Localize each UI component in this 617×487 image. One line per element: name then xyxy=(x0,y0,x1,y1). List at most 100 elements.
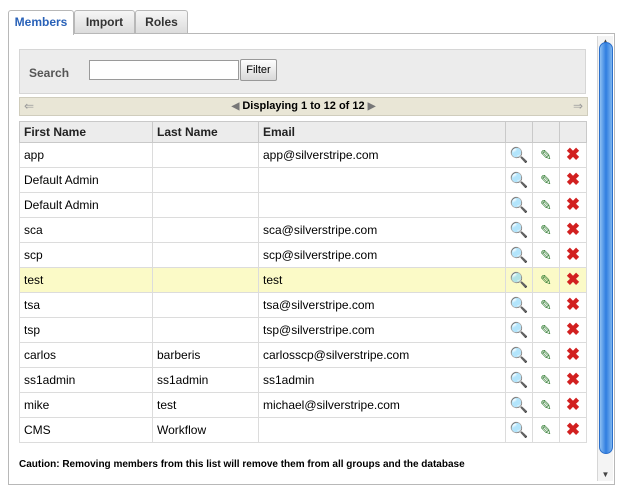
cell-email: tsp@silverstripe.com xyxy=(258,317,506,343)
next-page-icon[interactable]: ▶ xyxy=(368,101,376,112)
cell-email xyxy=(258,417,506,443)
edit-icon[interactable]: ✎ xyxy=(540,197,552,214)
column-header-first-name[interactable]: First Name xyxy=(19,121,153,143)
table-row[interactable]: carlos barberis carlosscp@silverstripe.com… xyxy=(19,342,587,368)
delete-icon[interactable]: ✖ xyxy=(566,345,580,365)
cell-first-name: tsp xyxy=(19,317,153,343)
delete-icon[interactable]: ✖ xyxy=(566,395,580,415)
magnifier-icon[interactable]: 🔍 xyxy=(510,421,529,439)
table-header-row: First Name Last Name Email xyxy=(19,121,587,143)
delete-icon[interactable]: ✖ xyxy=(566,370,580,390)
table-row[interactable]: test test 🔍 ✎ ✖ xyxy=(19,267,587,293)
cell-last-name: ss1admin xyxy=(152,367,259,393)
edit-icon[interactable]: ✎ xyxy=(540,147,552,164)
table-row[interactable]: Default Admin 🔍 ✎ ✖ xyxy=(19,192,587,218)
cell-last-name: test xyxy=(152,392,259,418)
delete-icon[interactable]: ✖ xyxy=(566,295,580,315)
edit-icon[interactable]: ✎ xyxy=(540,222,552,239)
tab-roles[interactable]: Roles xyxy=(135,10,188,33)
filter-button[interactable]: Filter xyxy=(240,59,277,81)
column-header-edit xyxy=(532,121,560,143)
delete-icon[interactable]: ✖ xyxy=(566,195,580,215)
delete-icon[interactable]: ✖ xyxy=(566,220,580,240)
cell-last-name xyxy=(152,192,259,218)
cell-last-name: barberis xyxy=(152,342,259,368)
delete-icon[interactable]: ✖ xyxy=(566,320,580,340)
edit-icon[interactable]: ✎ xyxy=(540,347,552,364)
delete-icon[interactable]: ✖ xyxy=(566,145,580,165)
caution-note: Caution: Removing members from this list… xyxy=(19,459,465,470)
cell-last-name xyxy=(152,142,259,168)
magnifier-icon[interactable]: 🔍 xyxy=(510,171,529,189)
cell-last-name xyxy=(152,167,259,193)
column-header-email[interactable]: Email xyxy=(258,121,506,143)
edit-icon[interactable]: ✎ xyxy=(540,372,552,389)
magnifier-icon[interactable]: 🔍 xyxy=(510,221,529,239)
delete-icon[interactable]: ✖ xyxy=(566,270,580,290)
cell-email: tsa@silverstripe.com xyxy=(258,292,506,318)
delete-icon[interactable]: ✖ xyxy=(566,170,580,190)
scroll-down-icon[interactable]: ▼ xyxy=(598,469,613,481)
cell-first-name: sca xyxy=(19,217,153,243)
table-row[interactable]: Default Admin 🔍 ✎ ✖ xyxy=(19,167,587,193)
cell-email: michael@silverstripe.com xyxy=(258,392,506,418)
magnifier-icon[interactable]: 🔍 xyxy=(510,321,529,339)
magnifier-icon[interactable]: 🔍 xyxy=(510,271,529,289)
table-row[interactable]: tsp tsp@silverstripe.com 🔍 ✎ ✖ xyxy=(19,317,587,343)
scrollbar-thumb[interactable] xyxy=(599,42,613,454)
search-label: Search xyxy=(29,66,70,80)
search-input[interactable] xyxy=(89,60,239,80)
members-panel: Search Filter ⇐ ◀ Displaying 1 to 12 of … xyxy=(8,33,615,485)
magnifier-icon[interactable]: 🔍 xyxy=(510,346,529,364)
table-row[interactable]: sca sca@silverstripe.com 🔍 ✎ ✖ xyxy=(19,217,587,243)
pagination-text: Displaying 1 to 12 of 12 xyxy=(242,100,365,112)
edit-icon[interactable]: ✎ xyxy=(540,247,552,264)
magnifier-icon[interactable]: 🔍 xyxy=(510,196,529,214)
delete-icon[interactable]: ✖ xyxy=(566,245,580,265)
column-header-delete xyxy=(559,121,587,143)
cell-last-name xyxy=(152,292,259,318)
tab-import[interactable]: Import xyxy=(74,10,135,33)
cell-first-name: scp xyxy=(19,242,153,268)
cell-last-name xyxy=(152,267,259,293)
members-table: First Name Last Name Email app app@silver… xyxy=(19,121,587,443)
prev-page-icon[interactable]: ◀ xyxy=(232,101,240,112)
edit-icon[interactable]: ✎ xyxy=(540,422,552,439)
table-row[interactable]: app app@silverstripe.com 🔍 ✎ ✖ xyxy=(19,142,587,168)
magnifier-icon[interactable]: 🔍 xyxy=(510,396,529,414)
scrollbar[interactable]: ▲ ▼ xyxy=(597,36,613,481)
magnifier-icon[interactable]: 🔍 xyxy=(510,371,529,389)
edit-icon[interactable]: ✎ xyxy=(540,297,552,314)
cell-email: sca@silverstripe.com xyxy=(258,217,506,243)
table-row[interactable]: tsa tsa@silverstripe.com 🔍 ✎ ✖ xyxy=(19,292,587,318)
cell-last-name xyxy=(152,217,259,243)
cell-first-name: CMS xyxy=(19,417,153,443)
cell-email xyxy=(258,192,506,218)
cell-first-name: Default Admin xyxy=(19,167,153,193)
last-page-icon[interactable]: ⇒ xyxy=(573,99,583,113)
cell-email: app@silverstripe.com xyxy=(258,142,506,168)
table-row[interactable]: mike test michael@silverstripe.com 🔍 ✎ ✖ xyxy=(19,392,587,418)
edit-icon[interactable]: ✎ xyxy=(540,272,552,289)
magnifier-icon[interactable]: 🔍 xyxy=(510,146,529,164)
cell-last-name xyxy=(152,317,259,343)
delete-icon[interactable]: ✖ xyxy=(566,420,580,440)
cell-first-name: test xyxy=(19,267,153,293)
magnifier-icon[interactable]: 🔍 xyxy=(510,296,529,314)
magnifier-icon[interactable]: 🔍 xyxy=(510,246,529,264)
column-header-view xyxy=(505,121,533,143)
column-header-last-name[interactable]: Last Name xyxy=(152,121,259,143)
cell-first-name: carlos xyxy=(19,342,153,368)
edit-icon[interactable]: ✎ xyxy=(540,322,552,339)
edit-icon[interactable]: ✎ xyxy=(540,397,552,414)
cell-last-name xyxy=(152,242,259,268)
table-row[interactable]: CMS Workflow 🔍 ✎ ✖ xyxy=(19,417,587,443)
cell-first-name: Default Admin xyxy=(19,192,153,218)
cell-email xyxy=(258,167,506,193)
table-row[interactable]: scp scp@silverstripe.com 🔍 ✎ ✖ xyxy=(19,242,587,268)
table-row[interactable]: ss1admin ss1admin ss1admin 🔍 ✎ ✖ xyxy=(19,367,587,393)
cell-email: carlosscp@silverstripe.com xyxy=(258,342,506,368)
edit-icon[interactable]: ✎ xyxy=(540,172,552,189)
cell-first-name: app xyxy=(19,142,153,168)
tab-members[interactable]: Members xyxy=(8,10,74,35)
